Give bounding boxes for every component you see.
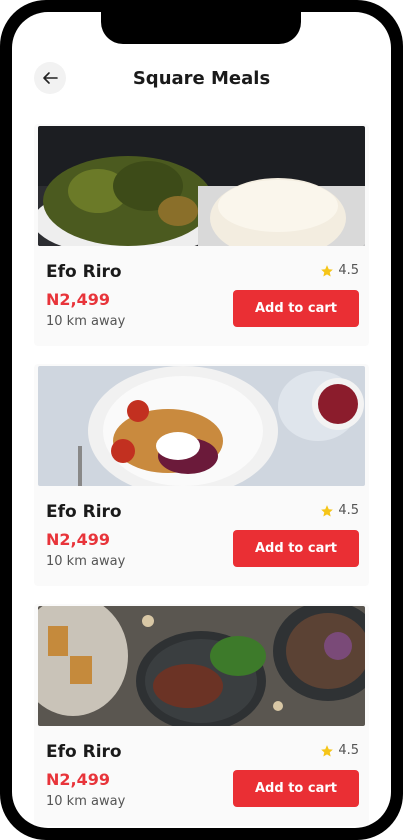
dish-name: Efo Riro xyxy=(46,262,122,282)
star-icon xyxy=(321,744,334,757)
dish-distance: 10 km away xyxy=(46,794,126,809)
meal-card[interactable]: Efo Riro N2,499 10 km away 4.5 Add to ca… xyxy=(34,604,369,826)
dish-distance: 10 km away xyxy=(46,554,126,569)
dish-name: Efo Riro xyxy=(46,742,122,762)
app-header: Square Meals xyxy=(12,60,391,100)
rating-value: 4.5 xyxy=(338,503,359,518)
dish-distance: 10 km away xyxy=(46,314,126,329)
app-screen: Square Meals Efo Riro N2,499 10 km away … xyxy=(12,12,391,828)
meal-image xyxy=(38,606,365,726)
meal-card[interactable]: Efo Riro N2,499 10 km away 4.5 Add to ca… xyxy=(34,124,369,346)
dish-price: N2,499 xyxy=(46,530,110,549)
rating-value: 4.5 xyxy=(338,263,359,278)
rating: 4.5 xyxy=(320,503,359,518)
dish-price: N2,499 xyxy=(46,290,110,309)
add-to-cart-button[interactable]: Add to cart xyxy=(233,770,359,807)
dish-name: Efo Riro xyxy=(46,502,122,522)
device-notch xyxy=(101,12,301,44)
phone-frame: Square Meals Efo Riro N2,499 10 km away … xyxy=(0,0,403,840)
star-icon xyxy=(321,264,334,277)
add-to-cart-button[interactable]: Add to cart xyxy=(233,530,359,567)
meal-image xyxy=(38,126,365,246)
rating: 4.5 xyxy=(320,743,359,758)
star-icon xyxy=(321,504,334,517)
dish-price: N2,499 xyxy=(46,770,110,789)
rating: 4.5 xyxy=(320,263,359,278)
meal-card[interactable]: Efo Riro N2,499 10 km away 4.5 Add to ca… xyxy=(34,364,369,586)
page-title: Square Meals xyxy=(132,68,271,89)
meal-image xyxy=(38,366,365,486)
add-to-cart-button[interactable]: Add to cart xyxy=(233,290,359,327)
rating-value: 4.5 xyxy=(338,743,359,758)
